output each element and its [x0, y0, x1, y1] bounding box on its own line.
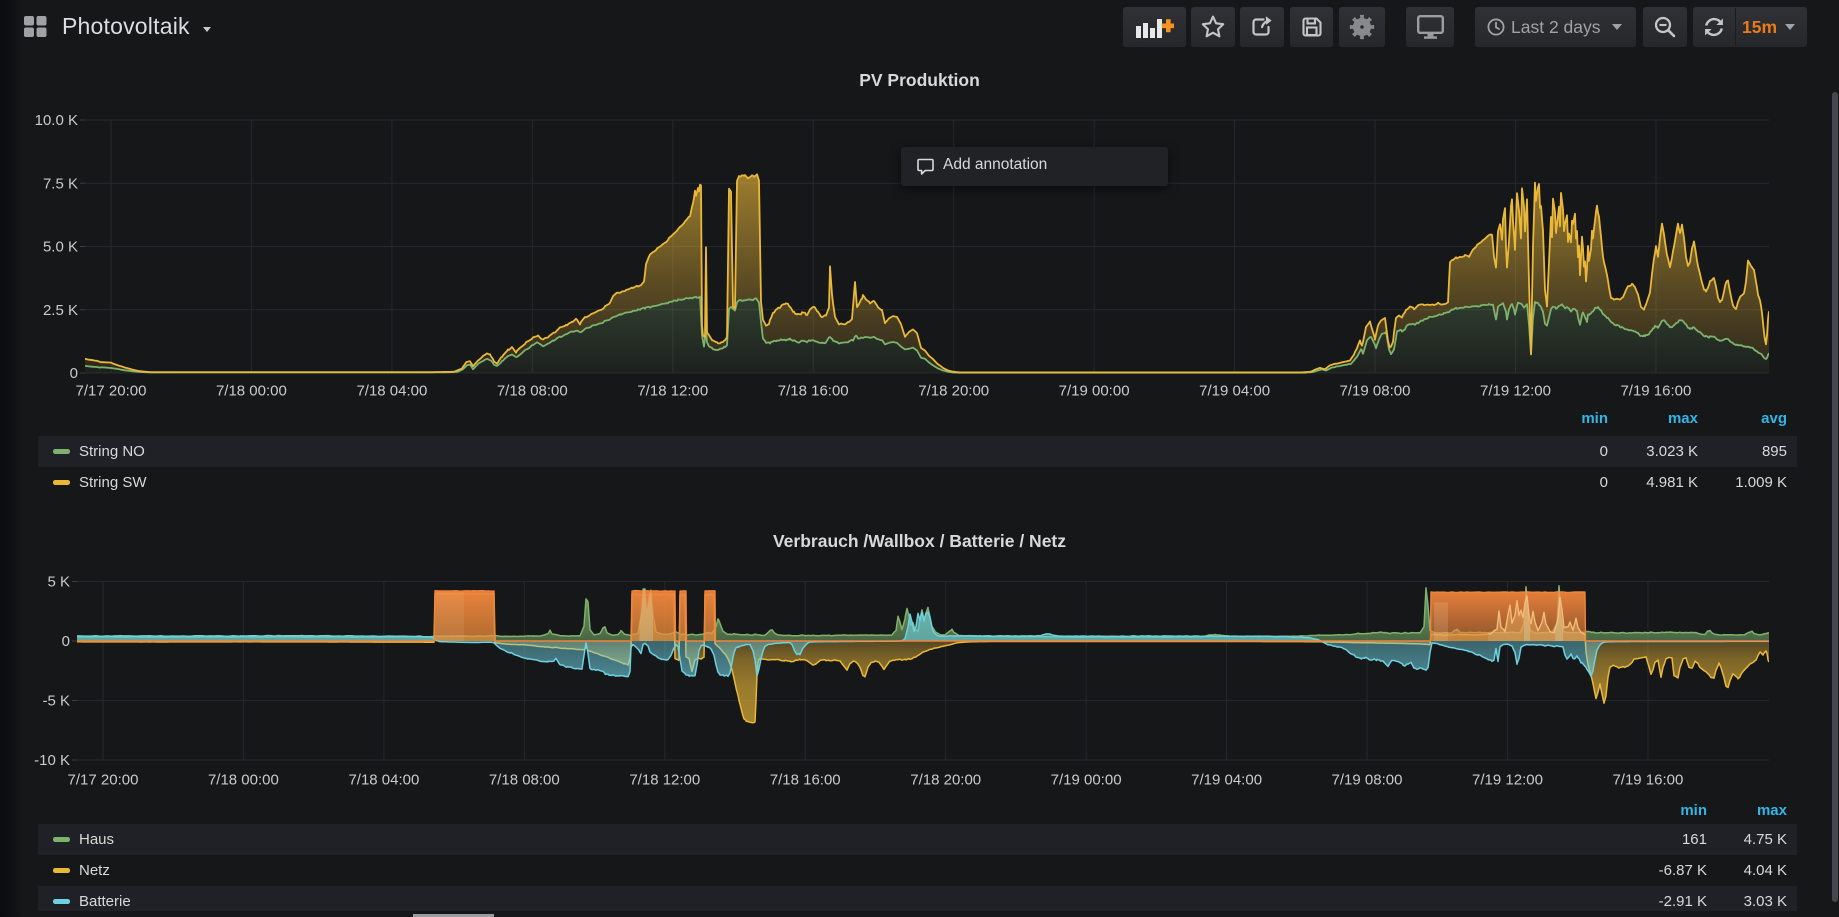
svg-text:7/19 08:00: 7/19 08:00	[1332, 772, 1403, 789]
svg-text:7/18 04:00: 7/18 04:00	[348, 772, 419, 789]
svg-text:7/18 08:00: 7/18 08:00	[497, 383, 568, 400]
svg-text:5.0 K: 5.0 K	[43, 239, 78, 256]
svg-text:7/19 08:00: 7/19 08:00	[1340, 383, 1411, 400]
svg-text:7/19 12:00: 7/19 12:00	[1480, 383, 1551, 400]
svg-text:7/19 04:00: 7/19 04:00	[1199, 383, 1270, 400]
svg-text:7/18 12:00: 7/18 12:00	[629, 772, 700, 789]
svg-text:5 K: 5 K	[47, 574, 70, 591]
svg-text:-10 K: -10 K	[34, 752, 70, 769]
svg-text:7/19 00:00: 7/19 00:00	[1059, 383, 1130, 400]
svg-text:7/19 16:00: 7/19 16:00	[1612, 772, 1683, 789]
svg-text:7/18 04:00: 7/18 04:00	[356, 383, 427, 400]
svg-text:7/18 16:00: 7/18 16:00	[778, 383, 849, 400]
svg-text:7/19 00:00: 7/19 00:00	[1051, 772, 1122, 789]
svg-text:7/19 16:00: 7/19 16:00	[1620, 383, 1691, 400]
svg-text:7/17 20:00: 7/17 20:00	[76, 383, 147, 400]
svg-text:7/18 00:00: 7/18 00:00	[216, 383, 287, 400]
svg-text:-5 K: -5 K	[42, 693, 70, 710]
svg-text:7/18 20:00: 7/18 20:00	[910, 772, 981, 789]
svg-text:0: 0	[62, 633, 70, 650]
svg-text:7/19 04:00: 7/19 04:00	[1191, 772, 1262, 789]
svg-text:10.0 K: 10.0 K	[35, 112, 78, 129]
svg-text:7/18 12:00: 7/18 12:00	[637, 383, 708, 400]
svg-text:7.5 K: 7.5 K	[43, 175, 78, 192]
svg-text:7/18 00:00: 7/18 00:00	[208, 772, 279, 789]
svg-text:7/18 20:00: 7/18 20:00	[918, 383, 989, 400]
svg-text:2.5 K: 2.5 K	[43, 302, 78, 319]
svg-text:7/17 20:00: 7/17 20:00	[68, 772, 139, 789]
svg-text:7/18 08:00: 7/18 08:00	[489, 772, 560, 789]
svg-text:7/18 16:00: 7/18 16:00	[770, 772, 841, 789]
svg-text:0: 0	[70, 365, 78, 382]
svg-text:7/19 12:00: 7/19 12:00	[1472, 772, 1543, 789]
